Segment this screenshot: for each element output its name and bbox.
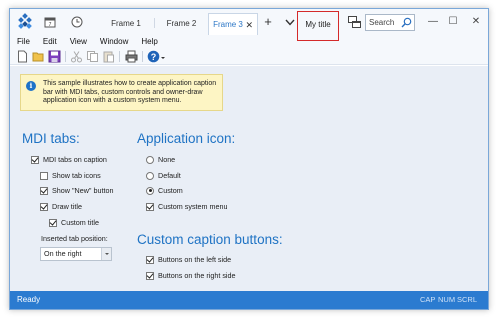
checkbox-label: Draw title xyxy=(52,202,82,211)
toolbar-separator xyxy=(65,51,66,62)
show-new-button-checkbox[interactable]: Show "New" button xyxy=(40,185,113,196)
cut-icon[interactable] xyxy=(70,50,83,63)
clock-icon[interactable] xyxy=(68,14,86,30)
svg-text:7: 7 xyxy=(49,22,52,28)
close-button[interactable]: ✕ xyxy=(465,12,487,30)
tab-position-select[interactable]: On the right xyxy=(40,247,112,261)
menu-help[interactable]: Help xyxy=(141,35,157,48)
scroll-lock-indicator: SCRL xyxy=(457,295,478,304)
num-lock-indicator: NUM xyxy=(438,295,456,304)
icon-custom-radio[interactable]: Custom xyxy=(146,185,183,196)
menu-edit[interactable]: Edit xyxy=(43,35,57,48)
mdi-tabs-heading: MDI tabs: xyxy=(22,131,80,146)
custom-title-checkbox[interactable]: Custom title xyxy=(49,217,99,228)
menu-window[interactable]: Window xyxy=(100,35,128,48)
radio[interactable] xyxy=(146,171,154,180)
calendar-icon[interactable]: 7 xyxy=(41,14,59,30)
checkbox-label: Show tab icons xyxy=(52,171,101,180)
info-text: This sample illustrates how to create ap… xyxy=(43,80,217,104)
tab-close-icon[interactable]: ✕ xyxy=(245,14,253,36)
status-text: Ready xyxy=(17,295,41,304)
paste-icon[interactable] xyxy=(102,50,115,63)
checkbox-label: MDI tabs on caption xyxy=(43,155,107,164)
maximize-button[interactable]: ☐ xyxy=(442,12,464,30)
svg-text:?: ? xyxy=(151,52,157,62)
menu-file[interactable]: File xyxy=(17,35,30,48)
tab-frame-3[interactable]: Frame 3 ✕ xyxy=(208,13,258,35)
checkbox[interactable] xyxy=(40,171,48,180)
chevron-down-icon[interactable] xyxy=(101,248,111,260)
checkbox-label: Custom title xyxy=(61,218,99,227)
checkbox[interactable] xyxy=(146,255,154,264)
help-icon[interactable]: ? xyxy=(147,50,160,63)
checkbox-label: Custom system menu xyxy=(158,202,228,211)
application-icon-heading: Application icon: xyxy=(137,131,236,146)
minimize-button[interactable]: — xyxy=(422,12,444,30)
radio-label: None xyxy=(158,155,176,164)
buttons-right-side-checkbox[interactable]: Buttons on the right side xyxy=(146,270,236,281)
show-tab-icons-checkbox[interactable]: Show tab icons xyxy=(40,170,101,181)
app-logo-icon[interactable] xyxy=(16,13,34,31)
buttons-left-side-checkbox[interactable]: Buttons on the left side xyxy=(146,254,231,265)
copy-icon[interactable] xyxy=(86,50,99,63)
checkbox[interactable] xyxy=(40,186,48,195)
chevron-down-icon[interactable] xyxy=(282,12,298,32)
new-tab-button[interactable]: + xyxy=(260,12,276,32)
caps-lock-indicator: CAP xyxy=(420,295,436,304)
tab-frame-1[interactable]: Frame 1 xyxy=(98,13,154,35)
checkbox[interactable] xyxy=(146,271,154,280)
menu-bar: File Edit View Window Help xyxy=(10,35,488,48)
content-area: i This sample illustrates how to create … xyxy=(10,66,488,293)
info-icon: i xyxy=(26,81,36,91)
status-bar: Ready CAP NUM SCRL xyxy=(10,291,488,309)
draw-title-checkbox[interactable]: Draw title xyxy=(40,201,82,212)
checkbox[interactable] xyxy=(49,218,57,227)
print-icon[interactable] xyxy=(125,50,138,63)
app-window: 7 Frame 1 Frame 2 Frame 3 ✕ + My title S… xyxy=(9,8,489,310)
window-layout-icon[interactable] xyxy=(346,14,362,30)
radio-label: Default xyxy=(158,171,181,180)
search-input[interactable]: Search xyxy=(365,14,415,31)
radio[interactable] xyxy=(146,155,154,164)
select-value: On the right xyxy=(44,249,82,258)
caption-bar: 7 Frame 1 Frame 2 Frame 3 ✕ + My title S… xyxy=(10,9,488,41)
inserted-tab-position-label: Inserted tab position: xyxy=(41,234,108,243)
checkbox-label: Show "New" button xyxy=(52,186,114,195)
tab-label: Frame 1 xyxy=(111,19,141,28)
toolbar-separator xyxy=(119,51,120,62)
search-icon[interactable] xyxy=(401,17,412,28)
checkbox-label: Buttons on the right side xyxy=(158,271,236,280)
checkbox[interactable] xyxy=(31,155,39,164)
toolbar: ? xyxy=(10,48,488,65)
radio[interactable] xyxy=(146,186,154,195)
new-document-icon[interactable] xyxy=(16,50,29,63)
mdi-tabs-on-caption-checkbox[interactable]: MDI tabs on caption xyxy=(31,154,107,165)
info-box: i This sample illustrates how to create … xyxy=(20,74,223,111)
open-folder-icon[interactable] xyxy=(32,50,45,63)
toolbar-separator xyxy=(142,51,143,62)
save-icon[interactable] xyxy=(48,50,61,63)
tab-label: Frame 2 xyxy=(166,19,197,28)
dropdown-arrow-icon[interactable] xyxy=(160,50,166,63)
tab-label: Frame 3 xyxy=(213,20,243,29)
menu-view[interactable]: View xyxy=(70,35,87,48)
checkbox[interactable] xyxy=(146,202,154,211)
custom-system-menu-checkbox[interactable]: Custom system menu xyxy=(146,201,228,212)
tab-frame-2[interactable]: Frame 2 xyxy=(155,13,208,35)
icon-none-radio[interactable]: None xyxy=(146,154,175,165)
checkbox[interactable] xyxy=(40,202,48,211)
caption-title: My title xyxy=(297,11,339,41)
radio-label: Custom xyxy=(158,186,183,195)
checkbox-label: Buttons on the left side xyxy=(158,255,232,264)
caption-buttons-heading: Custom caption buttons: xyxy=(137,232,283,247)
icon-default-radio[interactable]: Default xyxy=(146,170,181,181)
search-placeholder: Search xyxy=(369,18,395,27)
